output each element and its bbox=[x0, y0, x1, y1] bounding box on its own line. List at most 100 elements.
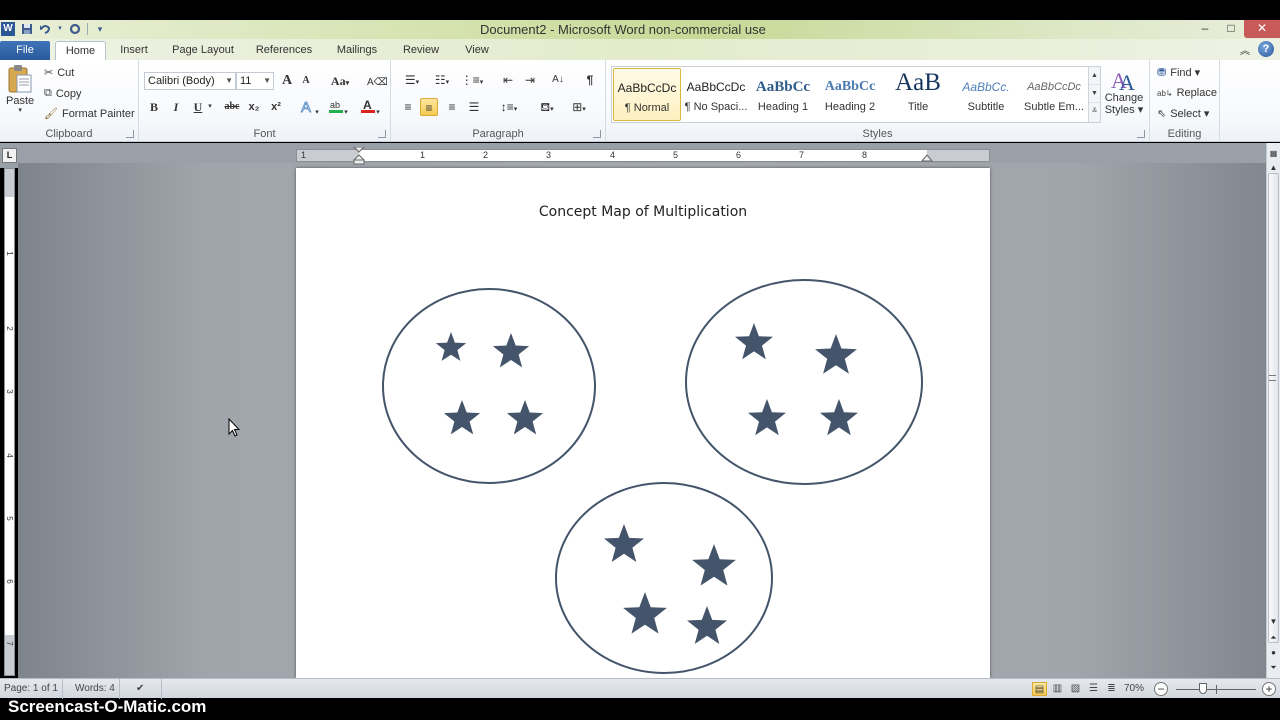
increase-indent-button[interactable]: ⇥ bbox=[521, 71, 539, 89]
zoom-slider-thumb[interactable] bbox=[1198, 683, 1207, 694]
style-heading-2[interactable]: AaBbCc Heading 2 bbox=[816, 68, 884, 121]
italic-button[interactable]: I bbox=[167, 98, 185, 116]
replace-button[interactable]: ab↳ Replace bbox=[1157, 87, 1217, 99]
underline-dropdown-icon[interactable]: ▾ bbox=[205, 98, 215, 116]
indent-marker-icon[interactable] bbox=[353, 147, 365, 165]
print-layout-view-button[interactable]: ▤ bbox=[1032, 682, 1047, 696]
style-no-spacing[interactable]: AaBbCcDc ¶ No Spaci... bbox=[682, 68, 750, 121]
scrollbar-thumb[interactable] bbox=[1268, 173, 1279, 643]
gallery-more-icon[interactable]: ≚ bbox=[1089, 103, 1100, 121]
tab-references[interactable]: References bbox=[250, 41, 318, 60]
word-logo-icon[interactable]: W bbox=[1, 22, 15, 36]
zoom-out-button[interactable]: − bbox=[1154, 682, 1168, 696]
grow-font-button[interactable]: A bbox=[278, 72, 296, 90]
group-2-star[interactable] bbox=[820, 399, 858, 436]
numbering-button[interactable]: ☷▾ bbox=[429, 71, 455, 89]
tab-mailings[interactable]: Mailings bbox=[328, 41, 386, 60]
right-indent-marker-icon[interactable] bbox=[921, 152, 933, 162]
group-3-star[interactable] bbox=[687, 606, 727, 644]
font-color-button[interactable]: A ▾ bbox=[357, 98, 383, 116]
group-3-star[interactable] bbox=[604, 524, 644, 562]
superscript-button[interactable]: x² bbox=[267, 98, 285, 116]
paste-button[interactable]: Paste ▾ bbox=[6, 64, 34, 114]
group-2-star[interactable] bbox=[748, 399, 786, 436]
paragraph-dialog-launcher[interactable] bbox=[593, 130, 601, 138]
clear-formatting-button[interactable]: A⌫ bbox=[367, 72, 388, 90]
tab-file[interactable]: File bbox=[0, 41, 50, 60]
save-icon[interactable] bbox=[21, 23, 33, 35]
group-3-oval[interactable] bbox=[555, 482, 773, 674]
group-1-oval[interactable] bbox=[382, 288, 596, 484]
align-right-button[interactable]: ≡ bbox=[443, 98, 461, 116]
gallery-scroll-up-icon[interactable]: ▲ bbox=[1089, 67, 1100, 85]
cut-button[interactable]: ✂ Cut bbox=[44, 66, 74, 80]
tab-insert[interactable]: Insert bbox=[112, 41, 156, 60]
style-title[interactable]: AaB Title bbox=[884, 68, 952, 121]
tab-selector[interactable]: L bbox=[2, 148, 17, 163]
text-effects-button[interactable]: A ▾ bbox=[297, 98, 321, 117]
minimize-button[interactable]: – bbox=[1192, 20, 1218, 38]
outline-view-button[interactable]: ☰ bbox=[1086, 682, 1101, 696]
find-button[interactable]: ⛃ Find ▾ bbox=[1157, 66, 1200, 79]
change-case-button[interactable]: Aa▾ bbox=[327, 72, 353, 90]
font-name-combo[interactable]: Calibri (Body) ▼ bbox=[144, 72, 236, 90]
maximize-button[interactable]: □ bbox=[1218, 20, 1244, 38]
group-2-star[interactable] bbox=[815, 334, 857, 374]
tab-review[interactable]: Review bbox=[396, 41, 446, 60]
paste-dropdown-icon[interactable]: ▾ bbox=[18, 107, 22, 114]
help-icon[interactable]: ? bbox=[1258, 41, 1274, 57]
format-painter-button[interactable]: 🖌 Format Painter bbox=[44, 107, 135, 121]
sort-button[interactable]: A↓ bbox=[549, 71, 567, 89]
zoom-in-button[interactable]: + bbox=[1262, 682, 1276, 696]
full-screen-reading-button[interactable]: ▥ bbox=[1050, 682, 1065, 696]
decrease-indent-button[interactable]: ⇤ bbox=[499, 71, 517, 89]
tab-view[interactable]: View bbox=[456, 41, 498, 60]
shading-button[interactable]: ⛾▾ bbox=[533, 98, 561, 116]
highlight-color-button[interactable]: ab ▾ bbox=[325, 98, 351, 116]
group-1-star[interactable] bbox=[506, 400, 544, 435]
proofing-button[interactable]: ✔ bbox=[132, 679, 162, 699]
copy-button[interactable]: ⧉ Copy bbox=[44, 87, 82, 100]
previous-page-icon[interactable]: ⏶ bbox=[1267, 631, 1280, 645]
font-size-combo[interactable]: 11 ▼ bbox=[236, 72, 274, 90]
style-subtle-emphasis[interactable]: AaBbCcDc Subtle Em... bbox=[1020, 68, 1088, 121]
style-normal[interactable]: AaBbCcDc ¶ Normal bbox=[613, 68, 681, 121]
font-size-dropdown-icon[interactable]: ▼ bbox=[263, 73, 271, 89]
draft-view-button[interactable]: ≣ bbox=[1104, 682, 1119, 696]
vertical-ruler[interactable]: 1 2 3 4 5 6 7 bbox=[4, 168, 15, 676]
change-styles-button[interactable]: AA Change Styles ▾ bbox=[1103, 66, 1145, 116]
tab-page-layout[interactable]: Page Layout bbox=[166, 41, 240, 60]
font-dialog-launcher[interactable] bbox=[378, 130, 386, 138]
group-2-oval[interactable] bbox=[685, 279, 923, 485]
justify-button[interactable]: ☰ bbox=[465, 98, 483, 116]
word-count[interactable]: Words: 4 bbox=[71, 679, 120, 699]
tab-home[interactable]: Home bbox=[55, 41, 106, 60]
strikethrough-button[interactable]: abc bbox=[221, 98, 243, 116]
group-3-star[interactable] bbox=[692, 544, 736, 586]
select-button[interactable]: ⇖ Select ▾ bbox=[1157, 107, 1209, 120]
gallery-scroll-down-icon[interactable]: ▼ bbox=[1089, 85, 1100, 103]
undo-dropdown-icon[interactable]: ▾ bbox=[57, 23, 63, 35]
customize-qat-icon[interactable]: ▾ bbox=[94, 23, 106, 35]
undo-icon[interactable] bbox=[39, 23, 51, 35]
style-subtitle[interactable]: AaBbCc. Subtitle bbox=[952, 68, 1020, 121]
page-count[interactable]: Page: 1 of 1 bbox=[0, 679, 63, 699]
horizontal-ruler[interactable]: 1 1 2 3 4 5 6 7 8 bbox=[296, 147, 990, 165]
minimize-ribbon-icon[interactable]: ︽ bbox=[1240, 42, 1250, 57]
align-left-button[interactable]: ≡ bbox=[399, 98, 417, 116]
clipboard-dialog-launcher[interactable] bbox=[126, 130, 134, 138]
close-button[interactable]: ✕ bbox=[1244, 20, 1280, 38]
zoom-level[interactable]: 70% bbox=[1124, 679, 1144, 699]
style-heading-1[interactable]: AaBbCc Heading 1 bbox=[749, 68, 817, 121]
multilevel-list-button[interactable]: ⋮≡▾ bbox=[459, 71, 485, 89]
align-center-button[interactable]: ≡ bbox=[420, 98, 438, 116]
web-layout-button[interactable]: ▧ bbox=[1068, 682, 1083, 696]
group-1-star[interactable] bbox=[492, 333, 530, 368]
next-page-icon[interactable]: ⏷ bbox=[1267, 661, 1280, 675]
borders-button[interactable]: ⊞▾ bbox=[565, 98, 593, 116]
redo-icon[interactable] bbox=[69, 23, 81, 35]
bold-button[interactable]: B bbox=[145, 98, 163, 116]
styles-dialog-launcher[interactable] bbox=[1137, 130, 1145, 138]
group-3-star[interactable] bbox=[623, 592, 667, 634]
show-formatting-marks-button[interactable]: ¶ bbox=[581, 71, 599, 89]
